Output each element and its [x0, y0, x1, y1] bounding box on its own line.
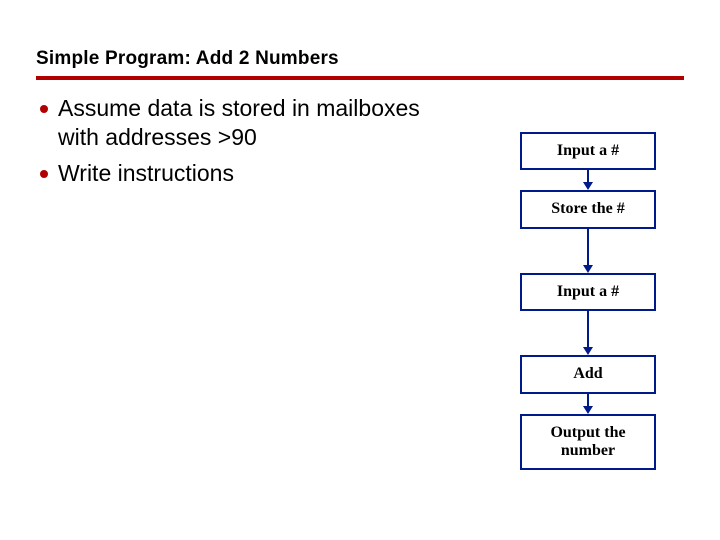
- arrow-down-icon: [520, 229, 656, 273]
- arrow-down-icon: [520, 170, 656, 190]
- bullet-item: Write instructions: [40, 159, 420, 188]
- slide: Simple Program: Add 2 Numbers Assume dat…: [0, 0, 720, 540]
- slide-title: Simple Program: Add 2 Numbers: [36, 48, 684, 70]
- flowchart: Input a # Store the # Input a # Add Outp…: [520, 132, 656, 470]
- bullet-text: Assume data is stored in mailboxes with …: [58, 94, 420, 153]
- arrow-down-icon: [520, 311, 656, 355]
- flow-step-add: Add: [520, 355, 656, 393]
- bullet-text: Write instructions: [58, 159, 234, 188]
- flow-step-store: Store the #: [520, 190, 656, 228]
- flow-step-input-1: Input a #: [520, 132, 656, 170]
- slide-body: Assume data is stored in mailboxes with …: [36, 94, 684, 524]
- flow-step-input-2: Input a #: [520, 273, 656, 311]
- bullet-item: Assume data is stored in mailboxes with …: [40, 94, 420, 153]
- flow-step-output: Output the number: [520, 414, 656, 471]
- bullet-icon: [40, 170, 48, 178]
- arrow-down-icon: [520, 394, 656, 414]
- bullet-icon: [40, 105, 48, 113]
- bullet-list: Assume data is stored in mailboxes with …: [40, 94, 420, 194]
- title-underline: [36, 76, 684, 80]
